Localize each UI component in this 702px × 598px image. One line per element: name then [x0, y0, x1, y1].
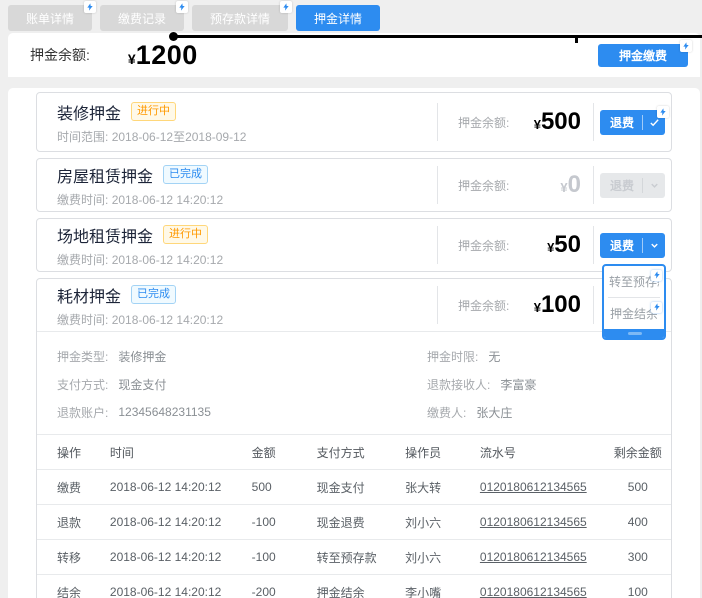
balance-amount: ¥ 500: [534, 108, 581, 136]
deposit-pay-button[interactable]: 押金缴费: [598, 44, 688, 67]
detail-label: 押金类型:: [57, 348, 108, 365]
status-badge: 进行中: [131, 102, 176, 121]
serial-link[interactable]: 0120180612134565: [480, 515, 587, 529]
bolt-icon: [651, 270, 662, 281]
chevron-down-icon: [643, 180, 665, 191]
serial-link[interactable]: 0120180612134565: [480, 480, 587, 494]
detail-value: 无: [488, 348, 500, 365]
detail-label: 退款账户:: [57, 404, 108, 421]
deposit-card: 场地租赁押金 进行中 缴费时间: 2018-06-12 14:20:12 押金余…: [36, 218, 672, 272]
bolt-icon: [657, 106, 669, 118]
table-row: 退款 2018-06-12 14:20:12 -100 现金退费 刘小六 012…: [37, 505, 671, 540]
detail-value: 李富豪: [500, 376, 536, 393]
deposit-card: 装修押金 进行中 时间范围: 2018-06-12至2018-09-12 押金余…: [36, 92, 672, 152]
tab-label: 缴费记录: [118, 10, 166, 27]
time-value: 2018-06-12 14:20:12: [112, 313, 223, 327]
chevron-down-icon[interactable]: [643, 240, 665, 251]
column-header: 金额: [248, 435, 313, 470]
bolt-icon: [280, 1, 292, 13]
detail-label: 退款接收人:: [427, 376, 490, 393]
bolt-icon: [680, 40, 692, 52]
time-label: 缴费时间:: [57, 193, 108, 207]
tab-label: 账单详情: [26, 10, 74, 27]
deposit-title: 耗材押金: [57, 283, 121, 307]
table-row: 缴费 2018-06-12 14:20:12 500 现金支付 张大转 0120…: [37, 470, 671, 505]
column-header: 剩余金额: [605, 435, 671, 470]
detail-value: 现金支付: [118, 376, 166, 393]
tab-label: 押金详情: [314, 10, 362, 27]
refund-button[interactable]: 退费: [600, 110, 665, 135]
table-header-row: 操作 时间 金额 支付方式 操作员 流水号 剩余金额: [37, 435, 671, 470]
column-header: 操作: [37, 435, 106, 470]
time-label: 缴费时间:: [57, 313, 108, 327]
dropdown-item-transfer-prepaid[interactable]: 转至预存款: [604, 266, 664, 297]
refund-dropdown-menu: 转至预存款 押金结余: [602, 264, 666, 340]
balance-amount: ¥ 0: [560, 171, 581, 199]
balance-label: 押金余额:: [30, 45, 90, 65]
dropdown-item-deposit-balance[interactable]: 押金结余: [604, 298, 664, 329]
balance-amount: ¥ 1200: [128, 40, 198, 71]
detail-value: 张大庄: [476, 404, 512, 421]
check-icon[interactable]: [643, 117, 665, 128]
detail-value: 装修押金: [118, 348, 166, 365]
annotation-tick: [575, 35, 578, 43]
tab-deposit-details[interactable]: 押金详情: [296, 5, 380, 31]
deposit-title: 装修押金: [57, 100, 121, 124]
deposit-card: 房屋租赁押金 已完成 缴费时间: 2018-06-12 14:20:12 押金余…: [36, 158, 672, 212]
divider: [593, 286, 594, 324]
column-header: 时间: [106, 435, 248, 470]
detail-label: 押金时限:: [427, 348, 478, 365]
time-value: 2018-06-12 14:20:12: [112, 193, 223, 207]
column-header: 流水号: [476, 435, 605, 470]
balance-amount: ¥ 50: [547, 231, 581, 259]
deposit-list-panel: 装修押金 进行中 时间范围: 2018-06-12至2018-09-12 押金余…: [8, 88, 700, 598]
status-badge: 已完成: [131, 285, 176, 304]
deposit-balance-header: 押金余额: ¥ 1200 押金缴费: [8, 33, 700, 77]
deposit-title: 场地租赁押金: [57, 223, 153, 247]
deposit-card-expanded: 耗材押金 已完成 缴费时间: 2018-06-12 14:20:12 押金余额:…: [36, 278, 672, 598]
tab-bill-details[interactable]: 账单详情: [8, 5, 92, 31]
time-value: 2018-06-12至2018-09-12: [112, 130, 247, 144]
balance-value: 1200: [136, 40, 198, 71]
transaction-table: 操作 时间 金额 支付方式 操作员 流水号 剩余金额 缴费 2018-06-12…: [37, 434, 671, 598]
balance-label: 押金余额:: [458, 177, 509, 194]
annotation-dot: [169, 32, 178, 41]
detail-label: 支付方式:: [57, 376, 108, 393]
table-row: 结余 2018-06-12 14:20:12 -200 押金结余 李小嘴 012…: [37, 575, 671, 598]
time-label: 缴费时间:: [57, 253, 108, 267]
detail-label: 缴费人:: [427, 404, 466, 421]
deposit-detail-section: 押金类型:装修押金 支付方式:现金支付 退款账户:12345648231135 …: [37, 332, 671, 434]
refund-button[interactable]: 退费: [600, 233, 665, 258]
serial-link[interactable]: 0120180612134565: [480, 585, 587, 598]
bolt-icon: [651, 302, 662, 313]
balance-amount: ¥ 100: [534, 291, 581, 319]
tab-prepayment-details[interactable]: 预存款详情: [192, 5, 288, 31]
balance-label: 押金余额:: [458, 297, 509, 314]
serial-link[interactable]: 0120180612134565: [480, 550, 587, 564]
balance-label: 押金余额:: [458, 237, 509, 254]
balance-label: 押金余额:: [458, 114, 509, 131]
annotation-line: [172, 35, 702, 38]
time-label: 时间范围:: [57, 130, 108, 144]
tab-payment-records[interactable]: 缴费记录: [100, 5, 184, 31]
detail-value: 12345648231135: [118, 405, 211, 419]
column-header: 支付方式: [313, 435, 402, 470]
table-row: 转移 2018-06-12 14:20:12 -100 转至预存款 刘小六 01…: [37, 540, 671, 575]
status-badge: 已完成: [163, 165, 208, 184]
bolt-icon: [84, 1, 96, 13]
column-header: 操作员: [401, 435, 476, 470]
time-value: 2018-06-12 14:20:12: [112, 253, 223, 267]
refund-button-disabled: 退费: [600, 173, 665, 198]
bolt-icon: [176, 1, 188, 13]
deposit-title: 房屋租赁押金: [57, 163, 153, 187]
tab-label: 预存款详情: [210, 10, 270, 27]
currency-symbol: ¥: [128, 51, 136, 67]
status-badge: 进行中: [163, 225, 208, 244]
tab-bar: 账单详情 缴费记录 预存款详情 押金详情: [8, 5, 380, 31]
dropdown-scrollbar[interactable]: [604, 329, 664, 338]
